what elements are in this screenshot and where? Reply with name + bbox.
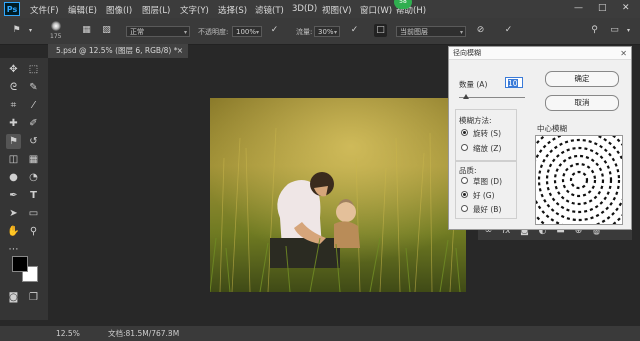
blur-center-preview[interactable]	[535, 135, 623, 225]
blur-tool-icon[interactable]: ●	[6, 170, 21, 185]
sample-layer-select[interactable]: 当前图层 ▾	[396, 26, 466, 37]
radial-blur-dialog: 径向模糊 ✕ 数量 (A) 10 确定 取消 模糊方法: 旋转 (S) 缩放 (…	[448, 46, 632, 230]
history-brush-tool-icon[interactable]: ↺	[26, 134, 41, 149]
menu-file[interactable]: 文件(F)	[30, 4, 59, 16]
chevron-down-icon: ▾	[183, 29, 187, 36]
rectangle-tool-icon[interactable]: ▭	[26, 206, 41, 221]
photo-father-and-baby-in-grass	[210, 98, 466, 292]
toggle-brush-panel-icon[interactable]: ▦	[80, 24, 93, 37]
dialog-title: 径向模糊	[453, 49, 481, 57]
menu-3d[interactable]: 3D(D)	[292, 4, 317, 14]
chevron-down-icon[interactable]: ▾	[24, 24, 37, 37]
minimize-button[interactable]: —	[574, 3, 583, 13]
dialog-title-bar: 径向模糊 ✕	[449, 47, 631, 60]
method-spin-label: 旋转 (S)	[473, 129, 501, 138]
blur-method-label: 模糊方法:	[459, 116, 492, 125]
eraser-tool-icon[interactable]: ◫	[6, 152, 21, 167]
edit-toolbar-icon[interactable]: ⋯	[6, 242, 21, 257]
slider-thumb[interactable]	[462, 94, 469, 99]
tools-panel: ✥ ⬚ ᘓ ✎ ⌗ ⁄ ✚ ✐ ⚑ ↺ ◫ ▦ ● ◔ ✒ T ➤ ▭ ✋ ⚲ …	[0, 58, 48, 320]
flow-label: 流量:	[296, 28, 313, 36]
dodge-tool-icon[interactable]: ◔	[26, 170, 41, 185]
blend-mode-select[interactable]: 正常 ▾	[126, 26, 190, 37]
flow-input[interactable]: 30% ▾	[314, 26, 340, 37]
opacity-label: 不透明度:	[198, 28, 229, 36]
amount-slider[interactable]	[459, 94, 525, 99]
zoom-tool-icon[interactable]: ⚲	[26, 224, 41, 239]
quality-good-label: 好 (G)	[473, 191, 495, 200]
close-icon[interactable]: ✕	[620, 47, 627, 60]
quality-label: 品质:	[459, 166, 477, 175]
zoom-level[interactable]: 12.5%	[56, 326, 80, 341]
close-tab-icon[interactable]: ×	[177, 44, 183, 58]
ok-button[interactable]: 确定	[545, 71, 619, 87]
menu-layer[interactable]: 图层(L)	[142, 4, 170, 16]
move-tool-icon[interactable]: ✥	[6, 62, 21, 77]
amount-input[interactable]: 10	[505, 77, 523, 88]
ignore-adjustment-layers-icon[interactable]: ⊘	[474, 24, 487, 37]
airbrush-icon[interactable]: ✓	[348, 24, 361, 37]
lasso-tool-icon[interactable]: ᘓ	[6, 80, 21, 95]
foreground-color-swatch[interactable]	[12, 256, 28, 272]
menu-bar: Ps 文件(F) 编辑(E) 图像(I) 图层(L) 文字(Y) 选择(S) 滤…	[0, 0, 640, 18]
document-tab[interactable]: 5.psd @ 12.5% (图层 6, RGB/8) * ×	[48, 44, 188, 58]
search-icon[interactable]: ⚲	[588, 24, 601, 37]
pen-tool-icon[interactable]: ✒	[6, 188, 21, 203]
method-zoom-label: 缩放 (Z)	[473, 144, 502, 153]
chevron-down-icon: ▾	[459, 29, 463, 36]
method-zoom-radio[interactable]	[461, 144, 468, 151]
chevron-down-icon: ▾	[333, 29, 337, 36]
aligned-icon[interactable]: □	[374, 24, 387, 37]
clone-stamp-tool-icon[interactable]: ⚑	[6, 134, 21, 149]
photoshop-logo: Ps	[4, 2, 20, 16]
document-image[interactable]	[210, 98, 466, 292]
status-bar: 12.5% 文档:81.5M/767.3M ›	[0, 326, 640, 341]
marquee-tool-icon[interactable]: ⬚	[26, 62, 41, 77]
menu-image[interactable]: 图像(I)	[106, 4, 132, 16]
healing-brush-tool-icon[interactable]: ✚	[6, 116, 21, 131]
menu-type[interactable]: 文字(Y)	[180, 4, 209, 16]
quality-draft-radio[interactable]	[461, 177, 468, 184]
eyedropper-tool-icon[interactable]: ⁄	[26, 98, 41, 113]
chevron-right-icon[interactable]: ›	[168, 326, 171, 341]
clone-stamp-tool-icon[interactable]: ⚑	[10, 24, 23, 37]
radial-blur-preview-graphic	[536, 136, 622, 224]
menu-filter[interactable]: 滤镜(T)	[255, 4, 284, 16]
gradient-tool-icon[interactable]: ▦	[26, 152, 41, 167]
path-select-tool-icon[interactable]: ➤	[6, 206, 21, 221]
restore-button[interactable]: □	[598, 3, 607, 13]
menu-select[interactable]: 选择(S)	[218, 4, 247, 16]
amount-label: 数量 (A)	[459, 80, 488, 89]
chevron-down-icon[interactable]: ▾	[622, 24, 635, 37]
brush-size-value: 175	[50, 33, 62, 40]
method-spin-radio[interactable]	[461, 129, 468, 136]
screen-mode-icon[interactable]: ❐	[26, 290, 41, 305]
menu-edit[interactable]: 编辑(E)	[68, 4, 97, 16]
close-button[interactable]: ✕	[622, 3, 630, 13]
chevron-down-icon: ▾	[255, 29, 259, 36]
menu-window[interactable]: 窗口(W)	[360, 4, 392, 16]
quick-mask-icon[interactable]: ◙	[6, 290, 21, 305]
workspace-icon[interactable]: ▭	[608, 24, 621, 37]
blur-center-label: 中心模糊	[537, 124, 567, 133]
cancel-button[interactable]: 取消	[545, 95, 619, 111]
menu-view[interactable]: 视图(V)	[322, 4, 351, 16]
hand-tool-icon[interactable]: ✋	[6, 224, 21, 239]
document-tab-title: 5.psd @ 12.5% (图层 6, RGB/8) *	[56, 46, 178, 55]
opacity-input[interactable]: 100% ▾	[232, 26, 262, 37]
clone-source-panel-icon[interactable]: ▧	[100, 24, 113, 37]
quality-draft-label: 草图 (D)	[473, 177, 503, 186]
quick-select-tool-icon[interactable]: ✎	[26, 80, 41, 95]
pressure-opacity-icon[interactable]: ✓	[268, 24, 281, 37]
quality-good-radio[interactable]	[461, 191, 468, 198]
crop-tool-icon[interactable]: ⌗	[6, 98, 21, 113]
brush-preset-picker[interactable]	[48, 20, 64, 32]
brush-tip-icon	[51, 21, 61, 31]
quality-best-label: 最好 (B)	[473, 205, 502, 214]
type-tool-icon[interactable]: T	[26, 188, 41, 203]
brush-tool-icon[interactable]: ✐	[26, 116, 41, 131]
quality-best-radio[interactable]	[461, 205, 468, 212]
pressure-size-icon[interactable]: ✓	[502, 24, 515, 37]
options-bar: ⚑ ▾ 175 ▦ ▧ 正常 ▾ 不透明度: 100% ▾ ✓ 流量: 30% ▾ ✓…	[0, 18, 640, 45]
